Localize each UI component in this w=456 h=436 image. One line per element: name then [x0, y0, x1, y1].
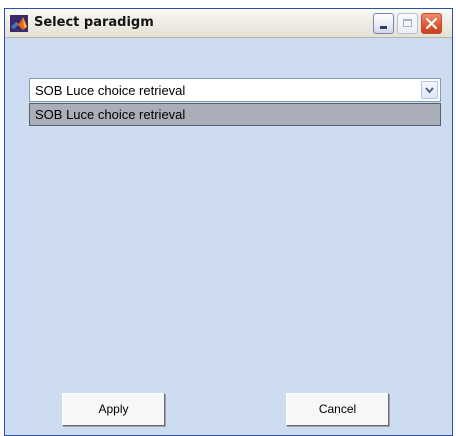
- apply-button[interactable]: Apply: [62, 393, 165, 426]
- matlab-icon: [10, 15, 28, 32]
- dropdown-arrow-button[interactable]: [421, 81, 438, 99]
- cancel-button[interactable]: Cancel: [286, 393, 389, 426]
- paradigm-select-value: SOB Luce choice retrieval: [35, 83, 186, 98]
- select-paradigm-window: Select paradigm SOB Luce choice retrieva…: [4, 8, 453, 436]
- dropdown-option-label: SOB Luce choice retrieval: [35, 107, 186, 122]
- minimize-icon: [380, 26, 387, 29]
- dialog-content: SOB Luce choice retrieval SOB Luce choic…: [5, 38, 452, 435]
- window-title: Select paradigm: [34, 15, 154, 30]
- dropdown-option[interactable]: SOB Luce choice retrieval: [29, 103, 441, 126]
- minimize-button[interactable]: [373, 13, 394, 34]
- maximize-button[interactable]: [397, 13, 418, 34]
- close-button[interactable]: [421, 13, 442, 34]
- maximize-icon: [403, 19, 412, 27]
- paradigm-select[interactable]: SOB Luce choice retrieval: [29, 78, 441, 102]
- chevron-down-icon: [425, 87, 434, 94]
- close-icon: [426, 18, 437, 29]
- title-bar[interactable]: Select paradigm: [5, 9, 452, 38]
